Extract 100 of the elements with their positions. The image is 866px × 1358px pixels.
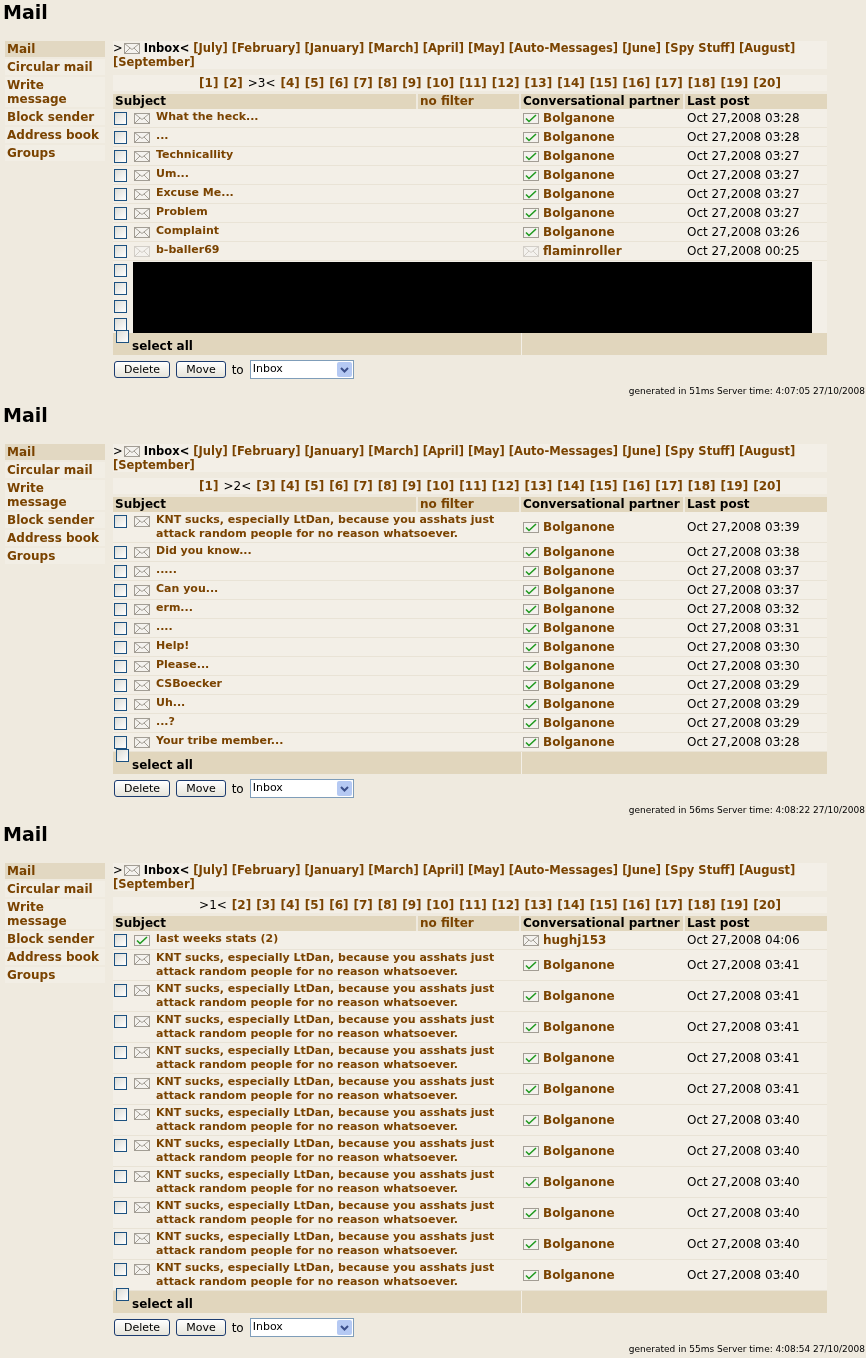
folder-link[interactable]: [January]	[304, 41, 365, 55]
sidebar-link[interactable]: Address book	[5, 127, 105, 143]
partner-link[interactable]: Bolganone	[543, 562, 615, 580]
checkbox[interactable]	[114, 1046, 127, 1059]
folder-link[interactable]: [June]	[622, 41, 662, 55]
message-subject-link[interactable]: Can you...	[156, 582, 219, 596]
action-button[interactable]: Delete	[114, 361, 171, 378]
partner-link[interactable]: Bolganone	[543, 166, 615, 184]
partner-link[interactable]: Bolganone	[543, 1235, 615, 1253]
folder-link[interactable]: [May]	[467, 863, 505, 877]
page-link[interactable]: [20]	[753, 75, 781, 91]
checkbox[interactable]	[114, 934, 127, 947]
page-link[interactable]: [13]	[524, 897, 553, 913]
checkbox[interactable]	[116, 1288, 129, 1301]
checkbox[interactable]	[114, 622, 127, 635]
partner-link[interactable]: hughj153	[543, 931, 607, 949]
sidebar-link[interactable]: Groups	[5, 967, 105, 983]
checkbox[interactable]	[114, 317, 127, 331]
page-link[interactable]: [5]	[304, 478, 325, 494]
message-subject-link[interactable]: KNT sucks, especially LtDan, because you asshats just attack random people for no reason whatsoever.	[156, 1106, 519, 1134]
partner-link[interactable]: Bolganone	[543, 1173, 615, 1191]
column-header[interactable]: no filter	[418, 916, 519, 931]
page-link[interactable]: [12]	[491, 75, 520, 91]
page-link[interactable]: [9]	[402, 897, 422, 913]
partner-link[interactable]: Bolganone	[543, 676, 615, 694]
checkbox[interactable]	[114, 150, 127, 163]
checkbox[interactable]	[114, 1263, 127, 1276]
checkbox[interactable]	[114, 1108, 127, 1121]
page-link[interactable]: [20]	[753, 897, 781, 913]
message-subject-link[interactable]: erm...	[156, 601, 193, 615]
column-header[interactable]: no filter	[418, 94, 519, 109]
message-subject-link[interactable]: Uh...	[156, 696, 186, 710]
page-link[interactable]: [11]	[459, 75, 487, 91]
sidebar-link[interactable]: Mail	[5, 863, 105, 879]
page-link[interactable]: [16]	[622, 75, 651, 91]
folder-link[interactable]: [March]	[368, 444, 419, 458]
page-link[interactable]: [17]	[655, 75, 683, 91]
checkbox[interactable]	[114, 1232, 127, 1245]
message-subject-link[interactable]: Complaint	[156, 224, 220, 238]
checkbox[interactable]	[114, 263, 127, 277]
page-link[interactable]: [16]	[622, 897, 651, 913]
page-link[interactable]: [9]	[402, 75, 422, 91]
checkbox[interactable]	[114, 584, 127, 597]
partner-link[interactable]: Bolganone	[543, 543, 615, 561]
page-link[interactable]: [1]	[199, 478, 219, 494]
page-link[interactable]: [18]	[687, 478, 716, 494]
page-link[interactable]: [13]	[524, 478, 553, 494]
partner-link[interactable]: Bolganone	[543, 1204, 615, 1222]
page-link[interactable]: [14]	[557, 897, 585, 913]
message-subject-link[interactable]: b-baller69	[156, 243, 220, 257]
sidebar-link[interactable]: Circular mail	[5, 59, 105, 75]
sidebar-link[interactable]: Address book	[5, 530, 105, 546]
page-link[interactable]: [7]	[353, 478, 373, 494]
partner-link[interactable]: Bolganone	[543, 1111, 615, 1129]
partner-link[interactable]: Bolganone	[543, 204, 615, 222]
folder-link[interactable]: [April]	[422, 863, 464, 877]
folder-link[interactable]: [Spy Stuff]	[665, 41, 735, 55]
folder-link[interactable]: [April]	[422, 444, 464, 458]
checkbox[interactable]	[114, 1201, 127, 1214]
partner-link[interactable]: Bolganone	[543, 714, 615, 732]
page-link[interactable]: [8]	[377, 897, 398, 913]
sidebar-link[interactable]: Groups	[5, 548, 105, 564]
action-button[interactable]: Delete	[114, 780, 171, 797]
action-button[interactable]: Move	[176, 1319, 226, 1336]
folder-link[interactable]: [February]	[231, 41, 301, 55]
folder-link[interactable]: [July]	[193, 444, 228, 458]
message-subject-link[interactable]: KNT sucks, especially LtDan, because you asshats just attack random people for no reason whatsoever.	[156, 1261, 519, 1289]
page-link[interactable]: [7]	[353, 75, 373, 91]
sidebar-link[interactable]: Groups	[5, 145, 105, 161]
message-subject-link[interactable]: CSBoecker	[156, 677, 223, 691]
column-header[interactable]: no filter	[418, 497, 519, 512]
partner-link[interactable]: Bolganone	[543, 956, 615, 974]
checkbox[interactable]	[114, 660, 127, 673]
folder-link[interactable]: [March]	[368, 863, 419, 877]
checkbox[interactable]	[114, 245, 127, 258]
message-subject-link[interactable]: Um...	[156, 167, 189, 181]
folder-link[interactable]: [September]	[113, 458, 195, 472]
folder-link[interactable]: > Inbox<	[113, 863, 190, 877]
checkbox[interactable]	[114, 717, 127, 730]
checkbox[interactable]	[114, 112, 127, 125]
message-subject-link[interactable]: What the heck...	[156, 110, 259, 124]
message-subject-link[interactable]: ...?	[156, 715, 175, 729]
sidebar-link[interactable]: Write message	[5, 480, 105, 510]
checkbox[interactable]	[114, 169, 127, 182]
checkbox[interactable]	[114, 679, 127, 692]
message-subject-link[interactable]: Your tribe member...	[156, 734, 284, 748]
folder-link[interactable]: [Spy Stuff]	[665, 863, 735, 877]
page-link[interactable]: [17]	[655, 478, 683, 494]
message-subject-link[interactable]: KNT sucks, especially LtDan, because you asshats just attack random people for no reason whatsoever.	[156, 1168, 519, 1196]
message-subject-link[interactable]: KNT sucks, especially LtDan, because you asshats just attack random people for no reason whatsoever.	[156, 951, 519, 979]
partner-link[interactable]: Bolganone	[543, 1018, 615, 1036]
folder-link[interactable]: [March]	[368, 41, 419, 55]
folder-link[interactable]: [Auto-Messages]	[508, 41, 619, 55]
message-subject-link[interactable]: KNT sucks, especially LtDan, because you asshats just attack random people for no reason whatsoever.	[156, 1075, 519, 1103]
action-button[interactable]: Delete	[114, 1319, 171, 1336]
checkbox[interactable]	[114, 281, 127, 295]
page-link[interactable]: [15]	[589, 478, 618, 494]
message-subject-link[interactable]: KNT sucks, especially LtDan, because you asshats just attack random people for no reason whatsoever.	[156, 1013, 519, 1041]
checkbox[interactable]	[114, 984, 127, 997]
select-all-label[interactable]: select all	[132, 1297, 193, 1311]
